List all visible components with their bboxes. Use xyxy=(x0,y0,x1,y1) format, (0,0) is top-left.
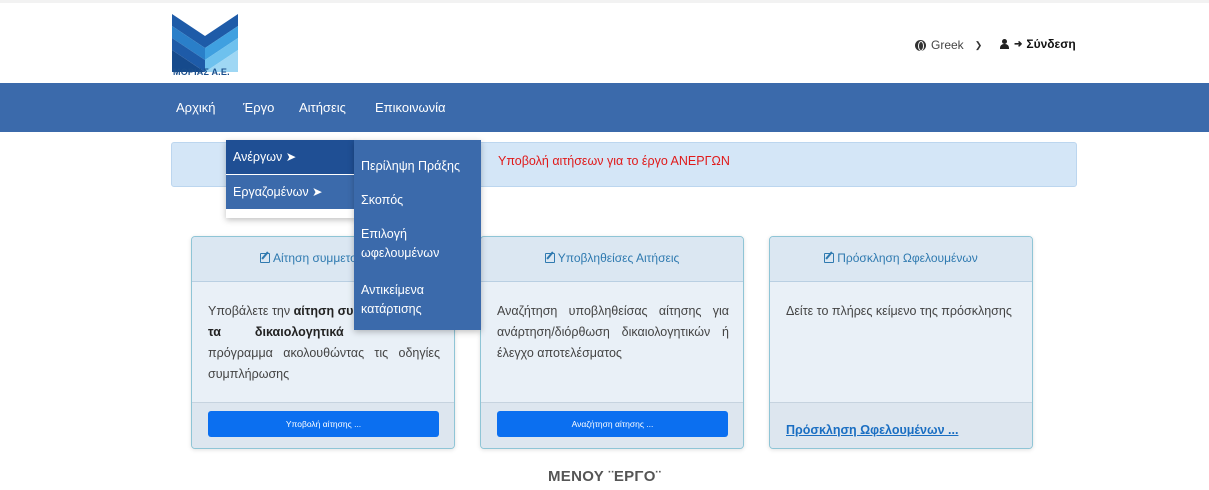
edit-icon xyxy=(259,253,270,263)
user-icon xyxy=(1000,38,1014,50)
language-selector[interactable]: Greek ❯ xyxy=(915,38,982,52)
globe-icon xyxy=(915,39,926,51)
nav-item-project[interactable]: Έργο xyxy=(243,100,274,115)
submenu-item-purpose[interactable]: Σκοπός xyxy=(361,191,479,210)
card-title[interactable]: Πρόσκληση Ωφελουμένων xyxy=(770,251,1032,265)
main-navbar: Αρχική Έργο Αιτήσεις Επικοινωνία xyxy=(0,83,1209,132)
login-button[interactable]: ➜ Σύνδεση xyxy=(1000,37,1076,51)
card-title[interactable]: Υποβληθείσες Αιτήσεις xyxy=(481,251,743,265)
language-label: Greek xyxy=(931,38,964,52)
project-dropdown: Ανέργων ➤ Εργαζομένων ➤ xyxy=(226,140,356,218)
nav-item-applications[interactable]: Αιτήσεις xyxy=(299,100,346,115)
dropdown-item-unemployed[interactable]: Ανέργων ➤ xyxy=(226,140,356,174)
nav-item-contact[interactable]: Επικοινωνία xyxy=(375,100,446,115)
chevron-down-icon: ❯ xyxy=(974,39,983,50)
submenu-item-summary[interactable]: Περίληψη Πράξης xyxy=(361,157,479,176)
submit-application-button[interactable]: Υποβολή αίτησης ... xyxy=(208,411,439,437)
logo-text: ΜΟΡΙΑΣ Α.Ε. xyxy=(173,67,230,77)
card-header: Πρόσκληση Ωφελουμένων xyxy=(770,237,1032,282)
submenu-item-selection[interactable]: Επιλογή ωφελουμένων xyxy=(361,225,479,263)
submenu-item-training[interactable]: Αντικείμενα κατάρτισης xyxy=(361,281,479,319)
card-invitation: Πρόσκληση Ωφελουμένων Δείτε το πλήρες κε… xyxy=(769,236,1033,449)
edit-icon xyxy=(544,253,555,263)
banner-text: Υποβολή αιτήσεων για το έργο ΑΝΕΡΓΩΝ xyxy=(498,154,730,168)
unemployed-submenu: Περίληψη Πράξης Σκοπός Επιλογή ωφελουμέν… xyxy=(354,140,481,330)
card-header: Υποβληθείσες Αιτήσεις xyxy=(481,237,743,282)
figure-caption: ΜΕΝΟΥ ¨ΕΡΓΟ¨ xyxy=(547,468,662,485)
card-body: Δείτε το πλήρες κείμενο της πρόσκλησης xyxy=(786,304,1012,318)
search-application-button[interactable]: Αναζήτηση αίτησης ... xyxy=(497,411,728,437)
card-body: Αναζήτηση υποβληθείσας αίτησης για ανάρτ… xyxy=(497,304,729,360)
card-submitted-applications: Υποβληθείσες Αιτήσεις Αναζήτηση υποβληθε… xyxy=(480,236,744,449)
sign-in-icon: ➜ xyxy=(1014,38,1023,50)
edit-icon xyxy=(824,253,835,263)
dropdown-item-employed[interactable]: Εργαζομένων ➤ xyxy=(226,175,356,209)
top-border xyxy=(0,0,1209,3)
invitation-link[interactable]: Πρόσκληση Ωφελουμένων ... xyxy=(786,423,958,437)
login-label: Σύνδεση xyxy=(1026,37,1076,51)
nav-item-home[interactable]: Αρχική xyxy=(176,100,216,115)
